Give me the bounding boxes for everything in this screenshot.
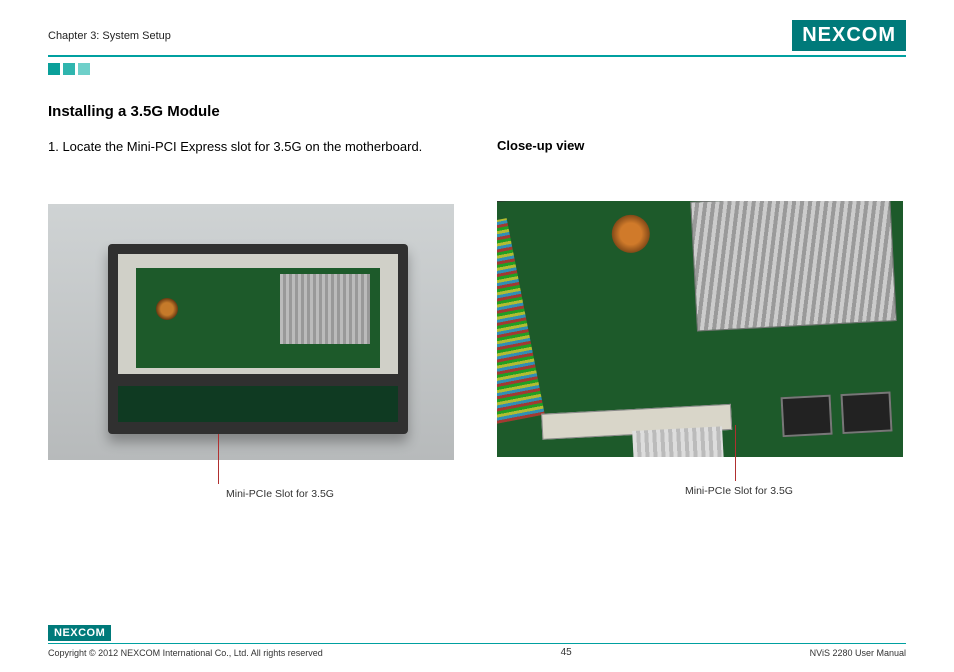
figure-closeup-caption: Mini-PCIe Slot for 3.5G: [685, 485, 903, 497]
closeup-label: Close-up view: [497, 138, 906, 153]
callout-line-right: [735, 425, 736, 481]
copyright-text: Copyright © 2012 NEXCOM International Co…: [48, 648, 323, 658]
figure-closeup: Mini-PCIe Slot for 3.5G: [497, 201, 903, 497]
figure-overview-caption: Mini-PCIe Slot for 3.5G: [226, 488, 454, 500]
header-rule: [48, 55, 906, 57]
decorative-squares: [48, 63, 906, 75]
section-title: Installing a 3.5G Module: [48, 103, 906, 120]
step-1-text: 1. Locate the Mini-PCI Express slot for …: [48, 138, 457, 156]
footer-rule: [48, 643, 906, 644]
callout-line-left: [218, 434, 219, 484]
chapter-label: Chapter 3: System Setup: [48, 30, 171, 42]
overview-photo: [48, 204, 454, 460]
doc-title: NViS 2280 User Manual: [810, 648, 906, 658]
page-number: 45: [561, 647, 572, 658]
footer-logo: NEXCOM: [48, 625, 111, 641]
closeup-photo: [497, 201, 903, 457]
brand-logo: NEXCOM: [792, 20, 906, 51]
figure-overview: Mini-PCIe Slot for 3.5G: [48, 204, 454, 500]
